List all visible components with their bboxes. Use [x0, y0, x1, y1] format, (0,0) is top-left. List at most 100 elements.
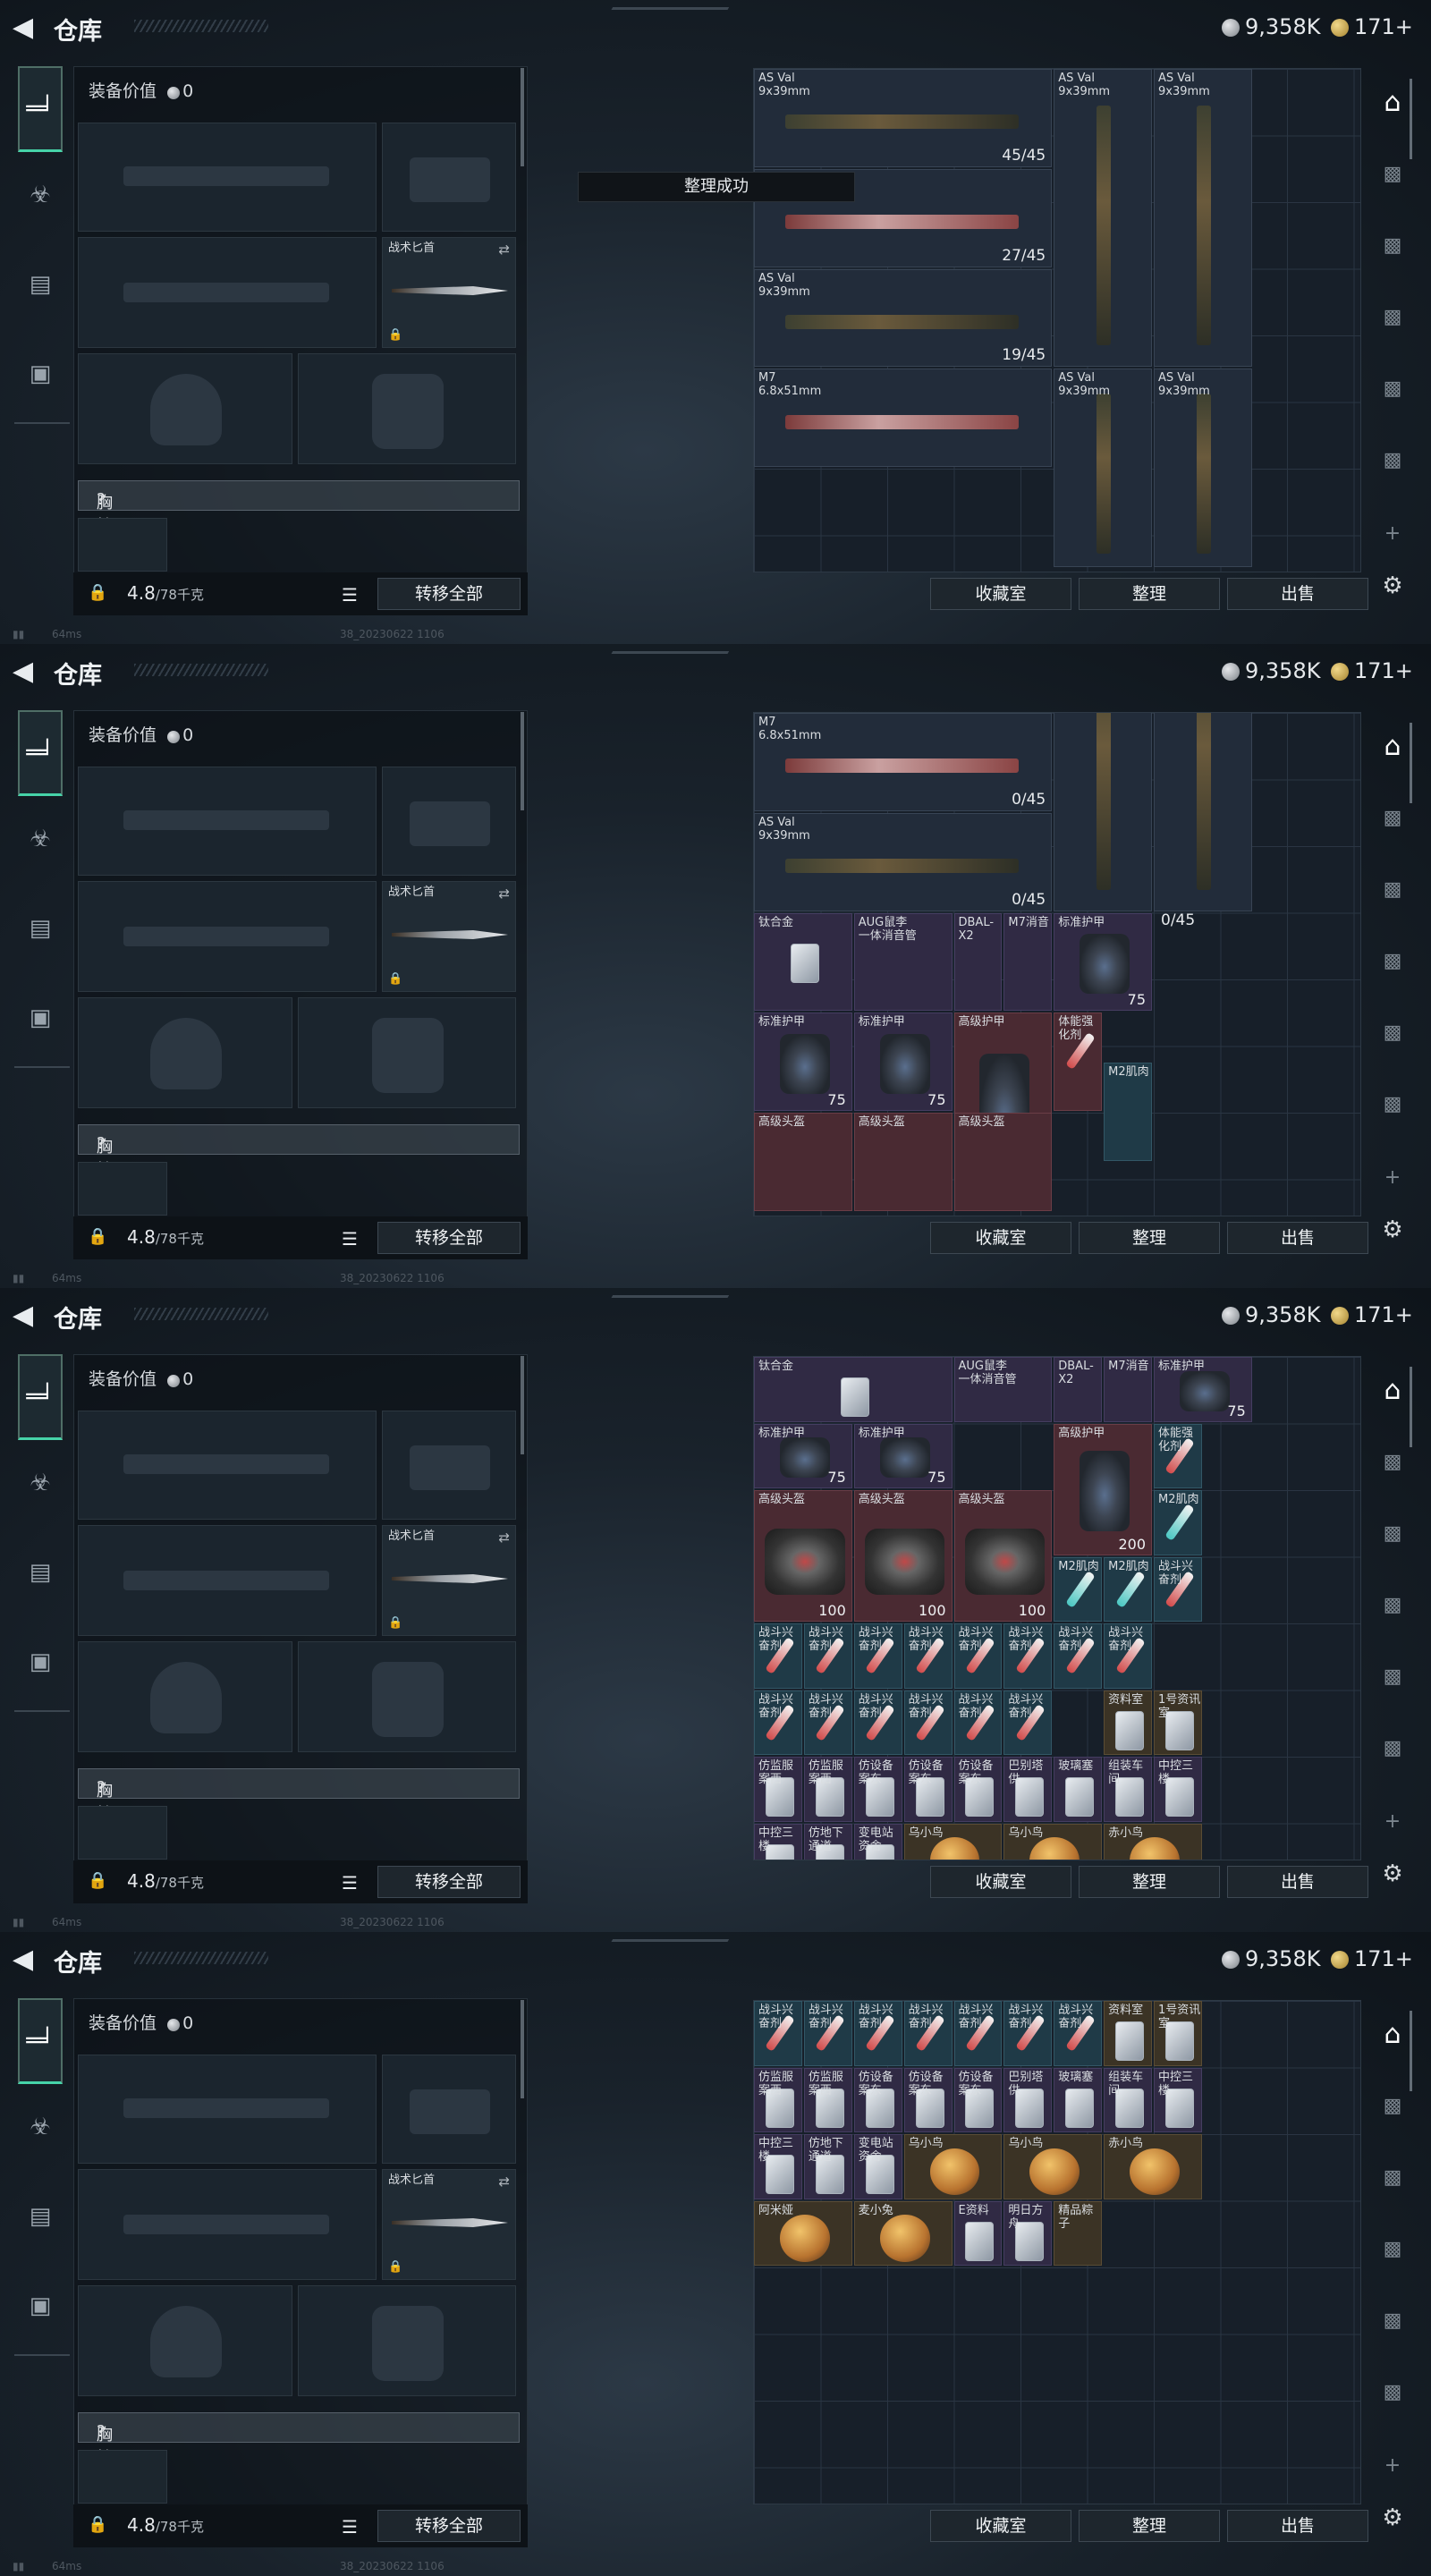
stash-item[interactable]: 标准护甲 75 — [853, 1423, 953, 1488]
sell-button[interactable]: 出售 — [1227, 1866, 1368, 1898]
home-storage-icon[interactable]: ⌂ — [1376, 730, 1410, 764]
primary-weapon-slot[interactable] — [78, 767, 377, 876]
back-arrow-icon[interactable]: ◀ — [13, 13, 43, 43]
chest-rig-bar[interactable]: 胸挂 ? — [78, 2412, 520, 2468]
tab-armor[interactable]: ☣ — [18, 812, 63, 866]
back-arrow-icon[interactable]: ◀ — [13, 657, 43, 687]
knife-slot[interactable]: 战术匕首 ⇄ 🔒 — [382, 2169, 516, 2280]
chest-rig-slot[interactable] — [78, 1162, 167, 1216]
stash-item[interactable]: 仿设备案东 — [903, 1757, 953, 1822]
stash-item[interactable]: AS Val 9x39mm 45/45 — [754, 69, 1053, 167]
tab-backpack[interactable]: ▣ — [18, 991, 63, 1045]
stash-item[interactable]: 标准护甲 75 — [853, 1013, 953, 1111]
knife-slot[interactable]: 战术匕首 ⇄ 🔒 — [382, 237, 516, 348]
stash-item[interactable]: 战斗兴奋剂 — [953, 1623, 1003, 1689]
stash-item[interactable]: AS Val 9x39mm 0/45 — [754, 812, 1053, 911]
armor-slot[interactable] — [298, 353, 516, 464]
stash-item[interactable]: 体能强化剂 — [1154, 1423, 1202, 1488]
add-storage-icon[interactable]: + — [1376, 2449, 1410, 2483]
secondary-weapon-slot[interactable] — [78, 1525, 377, 1636]
stash-item[interactable]: 巴别塔供 — [1003, 1757, 1053, 1822]
storage-box-icon[interactable]: ▩ — [1376, 1660, 1410, 1694]
stash-item[interactable]: 战斗兴奋剂 — [1104, 1623, 1152, 1689]
settings-gear-icon[interactable]: ⚙ — [1376, 1213, 1410, 1247]
stash-item[interactable]: 战斗兴奋剂 — [853, 1623, 902, 1689]
stash-item[interactable]: 战斗兴奋剂 — [754, 1623, 802, 1689]
stash-item[interactable]: 组装车间 — [1104, 1757, 1152, 1822]
swap-icon[interactable]: ⇄ — [498, 886, 510, 902]
rail-scrollbar[interactable] — [1410, 723, 1412, 803]
stash-item[interactable]: 1号资讯室 — [1154, 1690, 1202, 1755]
stash-item[interactable]: 战斗兴奋剂 — [754, 1690, 802, 1755]
storage-box-icon[interactable]: ▩ — [1376, 2304, 1410, 2338]
knife-slot[interactable]: 战术匕首 ⇄ 🔒 — [382, 881, 516, 992]
settings-gear-icon[interactable]: ⚙ — [1376, 569, 1410, 603]
sell-button[interactable]: 出售 — [1227, 1222, 1368, 1254]
stash-item[interactable]: 战斗兴奋剂 — [1054, 2001, 1103, 2066]
sell-button[interactable]: 出售 — [1227, 2510, 1368, 2542]
chest-rig-slot[interactable] — [78, 1806, 167, 1860]
storage-box-icon[interactable]: ▩ — [1376, 2089, 1410, 2123]
chest-rig-slot[interactable] — [78, 518, 167, 572]
back-arrow-icon[interactable]: ◀ — [13, 1945, 43, 1975]
back-arrow-icon[interactable]: ◀ — [13, 1301, 43, 1331]
stash-item[interactable]: 变电站资舍 — [853, 1823, 902, 1860]
armor-slot[interactable] — [298, 997, 516, 1108]
stash-item[interactable]: 乌小鸟 — [1003, 2134, 1103, 2199]
stash-item[interactable]: 高级护甲 200 — [1054, 1423, 1152, 1555]
rail-scrollbar[interactable] — [1410, 2011, 1412, 2091]
tab-backpack[interactable]: ▣ — [18, 1635, 63, 1689]
list-icon[interactable]: ☰ — [342, 1872, 358, 1894]
stash-item[interactable]: AS Val 9x39mm — [1154, 369, 1252, 567]
swap-icon[interactable]: ⇄ — [498, 242, 510, 258]
list-icon[interactable]: ☰ — [342, 1228, 358, 1250]
stash-item[interactable]: 高级头盔 — [853, 1113, 953, 1211]
stash-item[interactable]: 战斗兴奋剂 — [1003, 2001, 1053, 2066]
stash-item[interactable]: E资料 — [953, 2200, 1003, 2266]
stash-item[interactable]: AS Val 9x39mm — [1154, 713, 1252, 911]
tab-armor[interactable]: ☣ — [18, 2100, 63, 2154]
storage-box-icon[interactable]: ▩ — [1376, 301, 1410, 335]
chest-rig-slot[interactable] — [78, 2450, 167, 2504]
stash-item[interactable]: 高级头盔 100 — [754, 1490, 852, 1622]
list-icon[interactable]: ☰ — [342, 2516, 358, 2538]
stash-item[interactable]: M7消音 — [1104, 1357, 1152, 1422]
storage-box-icon[interactable]: ▩ — [1376, 1016, 1410, 1050]
transfer-all-button[interactable]: 转移全部 — [377, 1222, 521, 1254]
gold-currency[interactable]: 171+ — [1331, 658, 1413, 683]
stash-item[interactable]: 战斗兴奋剂 — [903, 1690, 953, 1755]
sort-button[interactable]: 整理 — [1079, 578, 1220, 610]
stash-item[interactable]: AUG鼠李 一体消音管 — [853, 912, 953, 1012]
chest-rig-bar[interactable]: 胸挂 ? — [78, 1768, 520, 1824]
tab-weapons[interactable]: ═╛ — [18, 66, 63, 152]
primary-weapon-slot[interactable] — [78, 2055, 377, 2164]
stash-item[interactable]: 中控三楼 — [1154, 1757, 1202, 1822]
tab-weapons[interactable]: ═╛ — [18, 1998, 63, 2084]
storage-box-icon[interactable]: ▩ — [1376, 1088, 1410, 1122]
tab-rig[interactable]: ▤ — [18, 2190, 63, 2243]
stash-item[interactable]: 战斗兴奋剂 — [953, 2001, 1003, 2066]
swap-icon[interactable]: ⇄ — [498, 2174, 510, 2190]
stash-item[interactable]: 体能强化剂 — [1054, 1013, 1103, 1111]
tab-rig[interactable]: ▤ — [18, 258, 63, 311]
stash-item[interactable]: 阿米娅 — [754, 2200, 852, 2266]
home-storage-icon[interactable]: ⌂ — [1376, 2018, 1410, 2052]
collection-room-button[interactable]: 收藏室 — [930, 1222, 1071, 1254]
pistol-slot[interactable] — [382, 123, 516, 232]
tab-armor[interactable]: ☣ — [18, 168, 63, 222]
storage-box-icon[interactable]: ▩ — [1376, 1732, 1410, 1766]
storage-box-icon[interactable]: ▩ — [1376, 2233, 1410, 2267]
stash-item[interactable]: 高级头盔 100 — [853, 1490, 953, 1622]
swap-icon[interactable]: ⇄ — [498, 1530, 510, 1546]
stash-item[interactable]: 仿设备案东 — [953, 1757, 1003, 1822]
stash-item[interactable]: 战斗兴奋剂 — [1054, 1623, 1103, 1689]
tab-weapons[interactable]: ═╛ — [18, 710, 63, 796]
collection-room-button[interactable]: 收藏室 — [930, 1866, 1071, 1898]
pistol-slot[interactable] — [382, 1411, 516, 1520]
stash-item[interactable]: 乌小鸟 — [1003, 1823, 1103, 1860]
home-storage-icon[interactable]: ⌂ — [1376, 86, 1410, 120]
chest-rig-bar[interactable]: 胸挂 ? — [78, 480, 520, 536]
stash-item[interactable]: 战斗兴奋剂 — [803, 1690, 852, 1755]
storage-box-icon[interactable]: ▩ — [1376, 157, 1410, 191]
stash-item[interactable]: AS Val 9x39mm — [1054, 369, 1152, 567]
